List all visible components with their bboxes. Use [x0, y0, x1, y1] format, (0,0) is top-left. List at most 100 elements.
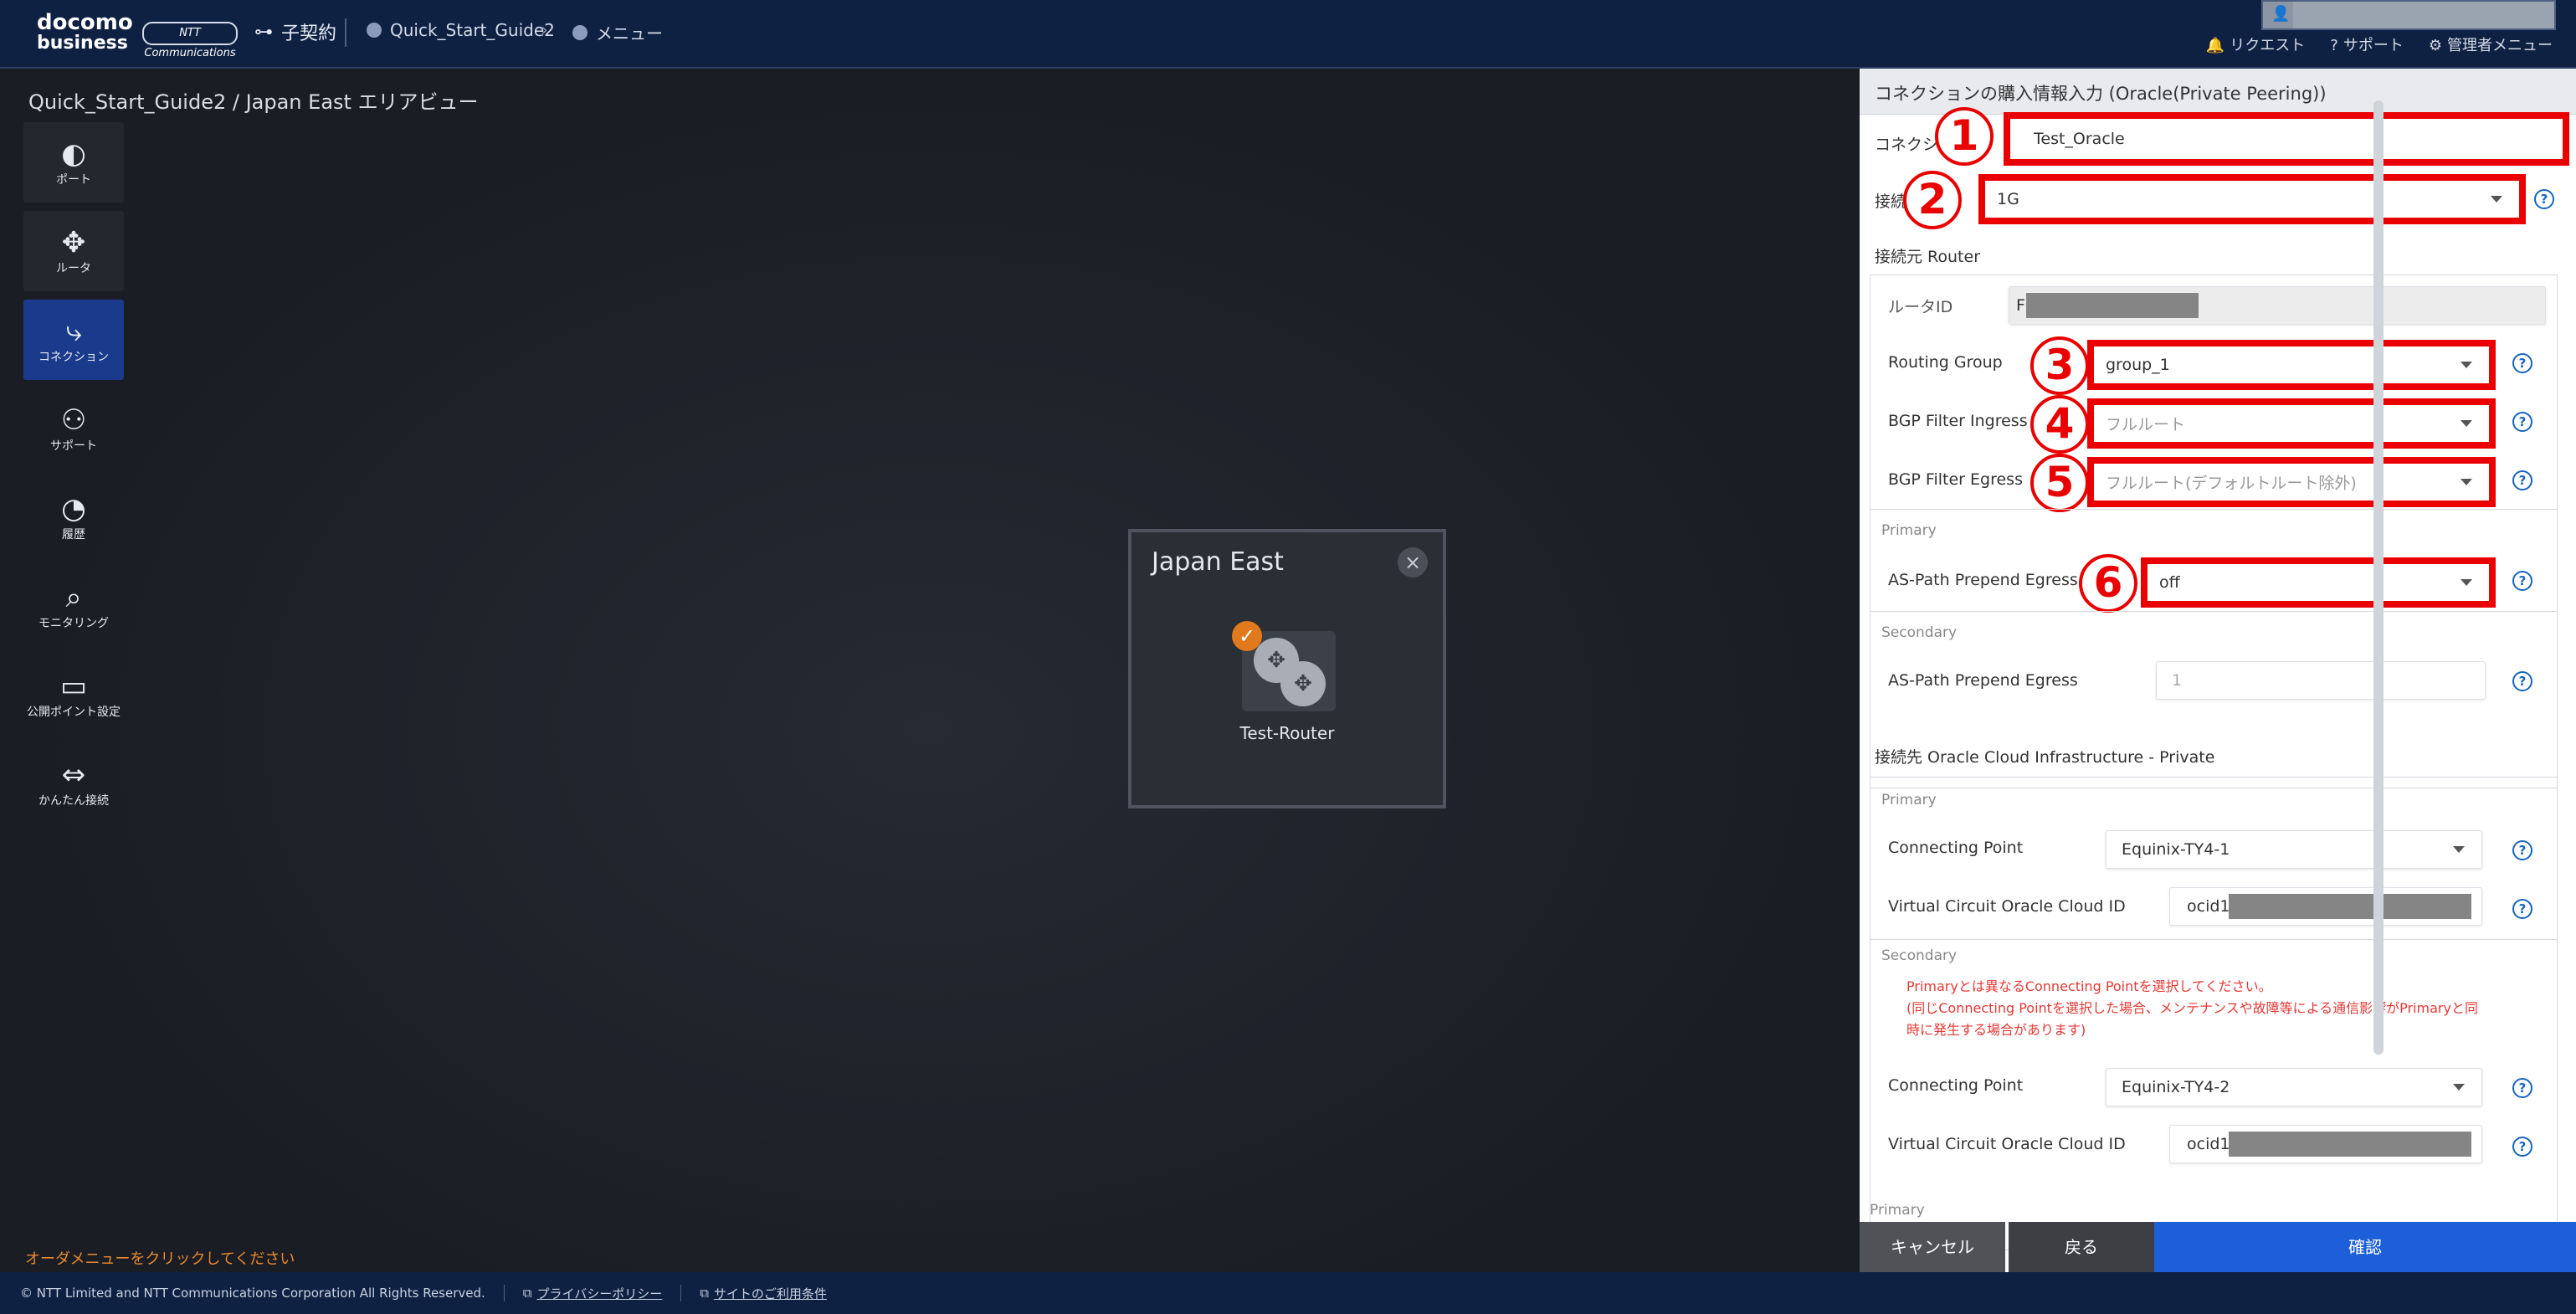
aspath-secondary-label: AS-Path Prepend Egress [1888, 671, 2078, 690]
connecting-point-secondary-value: Equinix-TY4-2 [2122, 1078, 2230, 1096]
aspath-secondary-field: 1 [2156, 661, 2486, 700]
support-icon: ⚇ [60, 403, 87, 437]
bgp-ingress-select[interactable]: フルルート [2087, 398, 2496, 449]
area-popup-japan-east: Japan East × ✥ ✥ ✓ Test-Router [1128, 529, 1446, 808]
vc-secondary-label: Virtual Circuit Oracle Cloud ID [1888, 1135, 2126, 1153]
footer-divider [680, 1285, 682, 1301]
bgp-egress-select[interactable]: フルルート(デフォルトルート除外) [2087, 457, 2496, 507]
logo-line1: docomo [37, 10, 133, 35]
nav-port-label: ポート [56, 173, 91, 187]
help-icon[interactable]: ? [2512, 470, 2532, 490]
source-router-section-title: 接続元 Router [1875, 248, 1981, 266]
help-icon[interactable]: ? [2512, 353, 2532, 373]
form-actions: キャンセル 戻る 確認 [1860, 1222, 2576, 1272]
docomo-business-logo[interactable]: docomo business [37, 12, 133, 54]
connecting-point-secondary-select[interactable]: Equinix-TY4-2 [2106, 1068, 2482, 1106]
chevron-down-icon [2461, 420, 2472, 427]
breadcrumb-menu[interactable]: メニュー [572, 20, 663, 44]
help-icon[interactable]: ? [2512, 671, 2532, 691]
privacy-link-text: プライバシーポリシー [536, 1286, 663, 1301]
nav-router-label: ルータ [56, 262, 91, 275]
panel-scrollbar[interactable] [2373, 100, 2384, 1055]
back-button[interactable]: 戻る [2009, 1222, 2154, 1272]
vc-primary-masked [2229, 894, 2471, 919]
terms-link[interactable]: ⧉ サイトのご利用条件 [700, 1285, 827, 1302]
admin-menu-link[interactable]: ⚙ 管理者メニュー [2429, 33, 2553, 55]
request-link[interactable]: 🔔 リクエスト [2206, 33, 2305, 55]
marker-2: 2 [1903, 171, 1962, 229]
primary-divider [1870, 509, 2558, 510]
help-icon[interactable]: ? [2512, 899, 2532, 919]
close-icon[interactable]: × [1398, 547, 1428, 577]
chevron-down-icon [2453, 1084, 2465, 1091]
oci-secondary-divider [1870, 939, 2558, 940]
router-node[interactable]: ✥ ✥ ✓ [1232, 621, 1336, 711]
confirm-button[interactable]: 確認 [2154, 1222, 2576, 1272]
help-icon[interactable]: ? [2512, 1137, 2532, 1157]
secondary-divider [1870, 611, 2558, 612]
vc-secondary-input[interactable]: ocid1 [2169, 1125, 2482, 1163]
nav-router[interactable]: ✥ ルータ [23, 211, 124, 291]
help-icon[interactable]: ? [2512, 1078, 2532, 1098]
order-menu-hint: オーダメニューをクリックしてください [25, 1250, 295, 1268]
bgp-ingress-label: BGP Filter Ingress [1888, 412, 2028, 430]
nav-support-label: サポート [50, 439, 97, 453]
help-icon[interactable]: ? [2512, 571, 2532, 591]
footer-divider [503, 1285, 505, 1301]
router-icon-secondary: ✥ [1280, 661, 1326, 706]
help-icon[interactable]: ? [2512, 412, 2532, 432]
ntt-communications-badge: NTT Communications [142, 22, 238, 59]
nav-easy-connect-label: かんたん接続 [38, 794, 109, 808]
menu-icon [572, 24, 588, 40]
secondary-warning-line-2: (同じConnecting Pointを選択した場合、メンテナンスや故障等による… [1906, 1000, 2478, 1016]
nav-public-point-label: 公開ポイント設定 [27, 706, 121, 719]
user-account-box[interactable]: 👤 [2261, 0, 2556, 30]
cancel-button[interactable]: キャンセル [1860, 1222, 2005, 1272]
routing-group-select[interactable]: group_1 [2087, 340, 2496, 390]
connection-name-input[interactable]: Test_Oracle [2004, 112, 2569, 166]
router-id-label: ルータID [1888, 298, 1953, 316]
nav-monitoring[interactable]: ⌕ モニタリング [23, 566, 124, 646]
sub-contract-link[interactable]: ⊶ 子契約 [254, 18, 336, 45]
breadcrumb-project[interactable]: Quick_Start_Guide2 [367, 20, 555, 40]
monitoring-icon: ⌕ [65, 581, 82, 614]
panel-title: コネクションの購入情報入力 (Oracle(Private Peering)) [1875, 84, 2327, 104]
nav-easy-connect[interactable]: ⇔ かんたん接続 [23, 743, 124, 824]
help-icon[interactable]: ? [2512, 840, 2532, 860]
bandwidth-value: 1G [1997, 190, 2019, 208]
marker-6: 6 [2079, 554, 2137, 613]
routing-group-label: Routing Group [1888, 353, 2003, 372]
privacy-link[interactable]: ⧉ プライバシーポリシー [523, 1285, 662, 1302]
nav-public-point[interactable]: ▭ 公開ポイント設定 [23, 654, 124, 735]
public-point-icon: ▭ [59, 670, 88, 703]
bandwidth-select[interactable]: 1G [1978, 174, 2526, 224]
area-canvas[interactable] [0, 69, 1860, 1272]
connection-form-panel: コネクションの購入情報入力 (Oracle(Private Peering)) … [1860, 69, 2576, 1272]
nav-support[interactable]: ⚇ サポート [23, 388, 124, 469]
copyright-text: © NTT Limited and NTT Communications Cor… [20, 1286, 485, 1301]
aspath-primary-select[interactable]: off [2141, 557, 2496, 608]
connecting-point-primary-select[interactable]: Equinix-TY4-1 [2106, 830, 2482, 869]
vc-primary-label: Virtual Circuit Oracle Cloud ID [1888, 897, 2126, 916]
primary-subsection-label: Primary [1881, 522, 1937, 539]
nav-port[interactable]: ◐ ポート [23, 122, 124, 203]
header-divider [345, 18, 346, 47]
help-circle-icon: ? [2330, 37, 2338, 54]
routing-group-value: group_1 [2106, 356, 2170, 374]
external-link-icon: ⧉ [700, 1286, 709, 1301]
support-link[interactable]: ? サポート [2330, 33, 2404, 55]
top-bar: docomo business NTT Communications ⊶ 子契約… [0, 0, 2576, 69]
marker-5: 5 [2030, 454, 2089, 512]
help-icon[interactable]: ? [2534, 189, 2554, 209]
chevron-down-icon [2461, 362, 2472, 368]
breadcrumb-chevron-icon: › [541, 20, 548, 41]
nav-history[interactable]: ◔ 履歴 [23, 477, 124, 557]
port-icon: ◐ [61, 137, 86, 171]
vc-secondary-prefix: ocid1 [2187, 1135, 2230, 1153]
vc-primary-input[interactable]: ocid1 [2169, 887, 2482, 926]
aspath-primary-value: off [2159, 573, 2180, 592]
nav-connection[interactable]: ⤷ コネクション [23, 300, 124, 380]
router-id-field: F [2009, 286, 2546, 325]
connecting-point-primary-label: Connecting Point [1888, 839, 2024, 857]
sub-contract-label: 子契約 [281, 23, 337, 44]
